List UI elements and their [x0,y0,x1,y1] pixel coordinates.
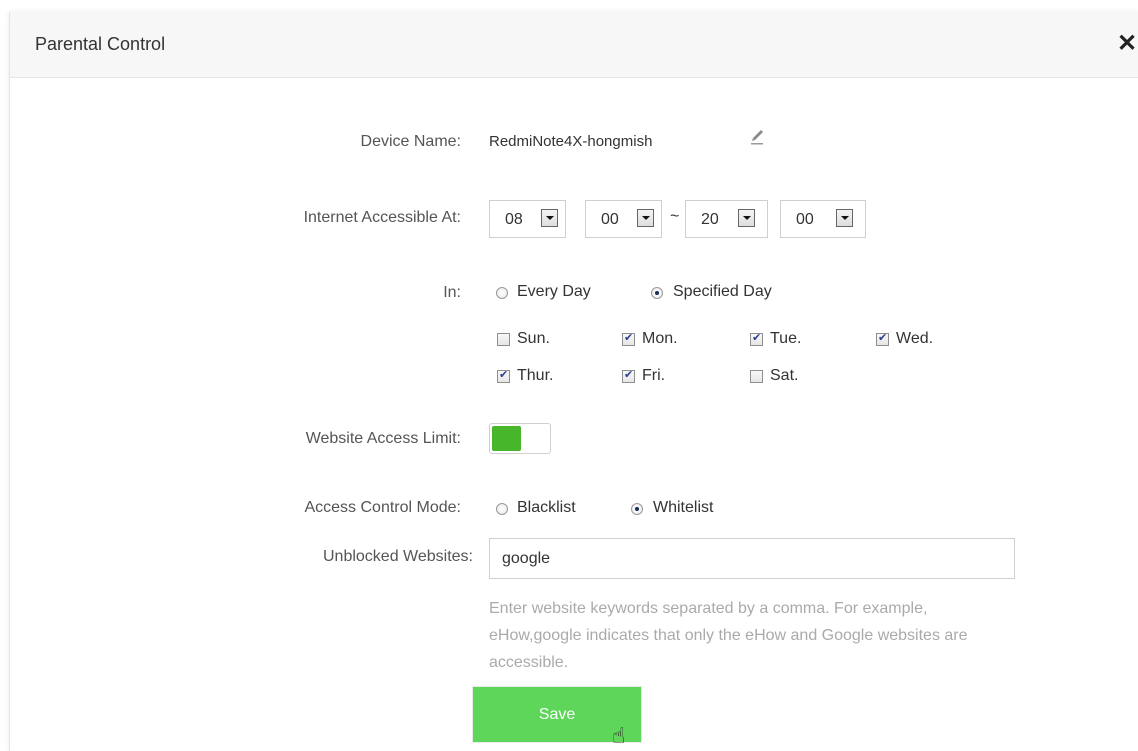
end-hour-value: 20 [701,211,719,228]
pencil-icon[interactable] [750,125,764,145]
chevron-down-icon[interactable] [637,209,654,227]
day-label-sat: Sat. [770,367,799,384]
access-time-label: Internet Accessible At: [303,209,461,226]
website-limit-toggle[interactable] [489,423,551,454]
close-icon[interactable]: ✕ [1115,32,1138,56]
whitelist-label: Whitelist [653,499,714,516]
start-minute-select[interactable]: 00 [585,200,662,238]
mode-label: Access Control Mode: [304,499,461,516]
day-label-thur: Thur. [517,367,554,384]
unblocked-websites-label: Unblocked Websites: [323,548,473,565]
day-checkbox-fri[interactable] [622,368,635,383]
hand-cursor-icon: ☝ [612,724,626,749]
specified-day-label: Specified Day [673,283,772,300]
chevron-down-icon[interactable] [541,209,558,227]
unblocked-websites-input[interactable]: google [489,538,1015,579]
specified-day-radio[interactable] [651,287,663,299]
chevron-down-icon[interactable] [836,209,853,227]
day-label-mon: Mon. [642,330,678,347]
time-separator: ~ [670,208,680,225]
day-label-sun: Sun. [517,330,550,347]
unblocked-websites-value: google [502,550,551,567]
day-checkbox-sun[interactable] [497,333,510,346]
blacklist-label: Blacklist [517,499,576,516]
every-day-radio[interactable] [496,287,508,299]
dialog-header: Parental Control ✕ [10,12,1138,78]
day-checkbox-tue[interactable] [750,331,763,346]
website-limit-label: Website Access Limit: [305,430,461,447]
every-day-label: Every Day [517,283,591,300]
day-checkbox-mon[interactable] [622,331,635,346]
end-minute-select[interactable]: 00 [780,200,866,238]
unblocked-websites-hint: Enter website keywords separated by a co… [489,600,968,671]
end-minute-value: 00 [796,211,814,228]
toggle-on-indicator [492,426,521,451]
blacklist-radio[interactable] [496,503,508,515]
day-label-wed: Wed. [896,330,934,347]
chevron-down-icon[interactable] [738,209,755,227]
start-hour-value: 08 [505,211,523,228]
device-name-label: Device Name: [360,133,461,150]
dialog-title: Parental Control [35,34,166,54]
day-label-tue: Tue. [770,330,802,347]
day-label-fri: Fri. [642,367,666,384]
day-checkbox-sat[interactable] [750,370,763,383]
start-minute-value: 00 [601,211,619,228]
start-hour-select[interactable]: 08 [489,200,566,238]
end-hour-select[interactable]: 20 [685,200,768,238]
in-label: In: [443,284,461,301]
day-checkbox-wed[interactable] [876,331,889,346]
day-checkbox-thur[interactable] [497,368,510,383]
whitelist-radio[interactable] [631,503,643,515]
device-name-value: RedmiNote4X-hongmish [489,133,653,150]
